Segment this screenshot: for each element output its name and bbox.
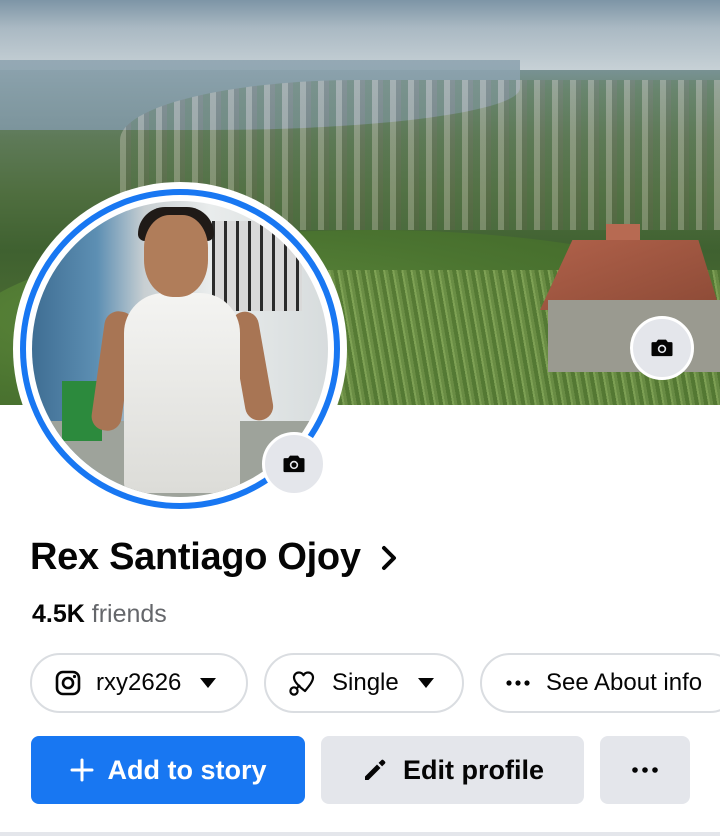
instagram-icon [55,670,81,696]
add-to-story-button[interactable]: Add to story [31,736,305,804]
friends-number: 4.5K [32,600,85,628]
heart-link-icon [289,671,315,696]
more-options-button[interactable] [600,736,690,804]
pencil-icon [365,759,386,780]
instagram-handle: rxy2626 [96,669,182,696]
edit-profile-button[interactable]: Edit profile [321,736,584,804]
camera-icon [283,455,305,473]
edit-cover-photo-button[interactable] [630,316,694,380]
avatar-window [212,221,302,311]
see-about-info-chip[interactable]: See About info [480,653,720,713]
avatar-torso [124,293,240,493]
more-dots-icon [506,680,530,686]
see-about-info-label: See About info [546,669,703,696]
chevron-right-icon [381,545,396,570]
friends-count[interactable]: 4.5K friends [32,600,167,629]
caret-down-icon [417,678,434,688]
avatar-head [144,215,208,297]
relationship-chip[interactable]: Single [264,653,464,713]
plus-icon [70,758,93,782]
friends-label: friends [91,600,167,628]
edit-profile-label: Edit profile [403,754,544,785]
profile-name: Rex Santiago Ojoy [30,536,361,578]
more-dots-icon [632,767,658,773]
section-divider [0,832,720,836]
caret-down-icon [200,678,217,688]
profile-name-row[interactable]: Rex Santiago Ojoy [30,536,399,579]
instagram-chip[interactable]: rxy2626 [30,653,248,713]
camera-icon [651,339,673,357]
relationship-status: Single [332,669,399,696]
add-to-story-label: Add to story [107,754,267,785]
edit-profile-picture-button[interactable] [262,432,326,496]
